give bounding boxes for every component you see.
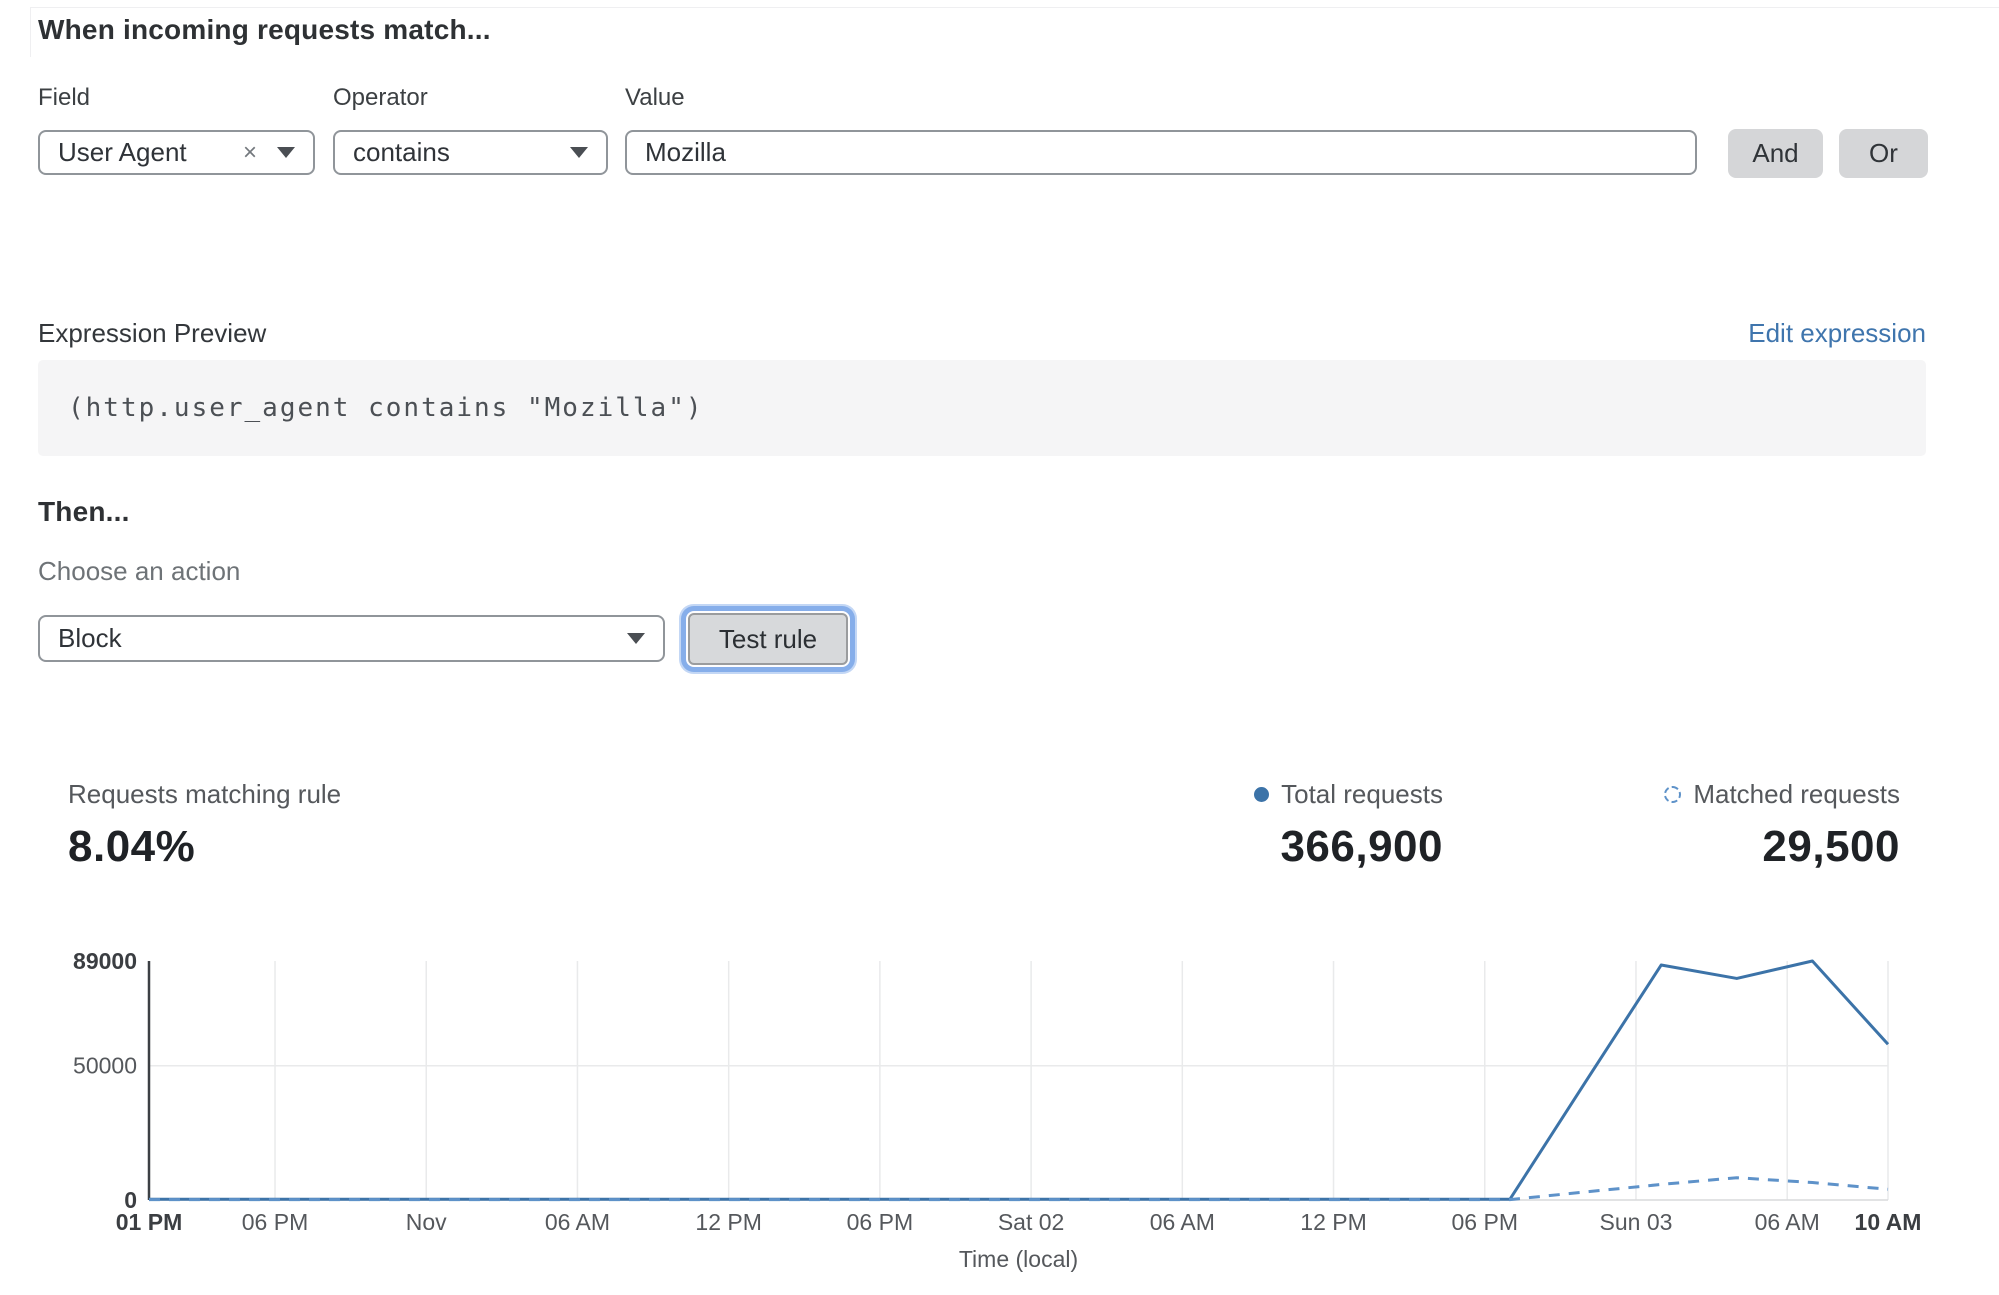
total-requests-dot-icon — [1254, 787, 1269, 802]
firewall-rule-builder: When incoming requests match... Field Op… — [0, 0, 1999, 1295]
field-select[interactable]: User Agent × — [38, 130, 315, 175]
action-select-value: Block — [58, 623, 122, 654]
expression-preview-label: Expression Preview — [38, 318, 266, 349]
svg-text:06 PM: 06 PM — [242, 1209, 308, 1235]
stat-total-requests: Total requests 366,900 — [1254, 779, 1443, 872]
operator-select-value: contains — [353, 137, 450, 168]
svg-text:06 PM: 06 PM — [847, 1209, 913, 1235]
action-select[interactable]: Block — [38, 615, 665, 662]
stat-match-rate-label: Requests matching rule — [68, 779, 341, 810]
requests-chart: 8900050000001 PM06 PMNov06 AM12 PM06 PMS… — [0, 930, 1999, 1295]
stat-requests-matching-rule: Requests matching rule 8.04% — [68, 779, 341, 872]
expression-code: (http.user_agent contains "Mozilla") — [38, 393, 704, 423]
operator-select[interactable]: contains — [333, 130, 608, 175]
field-label: Field — [38, 84, 90, 112]
svg-text:Time (local): Time (local) — [959, 1246, 1078, 1272]
test-rule-button[interactable]: Test rule — [688, 613, 848, 665]
svg-text:10 AM: 10 AM — [1855, 1209, 1922, 1235]
stat-match-rate-value: 8.04% — [68, 822, 341, 872]
stat-matched-label: Matched requests — [1693, 779, 1900, 810]
edit-expression-link[interactable]: Edit expression — [1748, 318, 1926, 349]
chevron-down-icon — [570, 147, 588, 158]
svg-text:12 PM: 12 PM — [695, 1209, 761, 1235]
svg-text:89000: 89000 — [73, 948, 137, 974]
card-top-edge — [30, 7, 1999, 8]
svg-text:Sat 02: Sat 02 — [998, 1209, 1065, 1235]
expression-code-box: (http.user_agent contains "Mozilla") — [38, 360, 1926, 456]
svg-text:Sun 03: Sun 03 — [1600, 1209, 1673, 1235]
value-label: Value — [625, 84, 685, 112]
chevron-down-icon — [627, 633, 645, 644]
svg-text:06 PM: 06 PM — [1452, 1209, 1518, 1235]
matched-requests-dashed-circle-icon — [1664, 786, 1681, 803]
svg-text:06 AM: 06 AM — [1755, 1209, 1820, 1235]
stat-total-value: 366,900 — [1280, 822, 1443, 872]
field-select-value: User Agent — [58, 137, 187, 168]
operator-label: Operator — [333, 84, 428, 112]
card-left-edge — [30, 7, 31, 57]
or-button[interactable]: Or — [1839, 129, 1928, 178]
clear-icon[interactable]: × — [243, 141, 257, 165]
and-button[interactable]: And — [1728, 129, 1823, 178]
svg-text:50000: 50000 — [73, 1053, 137, 1079]
choose-action-label: Choose an action — [38, 556, 240, 587]
svg-text:01 PM: 01 PM — [116, 1209, 182, 1235]
svg-text:12 PM: 12 PM — [1300, 1209, 1366, 1235]
stat-matched-requests: Matched requests 29,500 — [1664, 779, 1900, 872]
svg-text:06 AM: 06 AM — [1150, 1209, 1215, 1235]
match-section-title: When incoming requests match... — [38, 14, 491, 46]
chevron-down-icon — [277, 147, 295, 158]
stat-matched-value: 29,500 — [1762, 822, 1900, 872]
value-input[interactable] — [625, 130, 1697, 175]
stat-total-label: Total requests — [1281, 779, 1443, 810]
then-section-title: Then... — [38, 496, 130, 528]
svg-text:Nov: Nov — [406, 1209, 447, 1235]
svg-text:06 AM: 06 AM — [545, 1209, 610, 1235]
